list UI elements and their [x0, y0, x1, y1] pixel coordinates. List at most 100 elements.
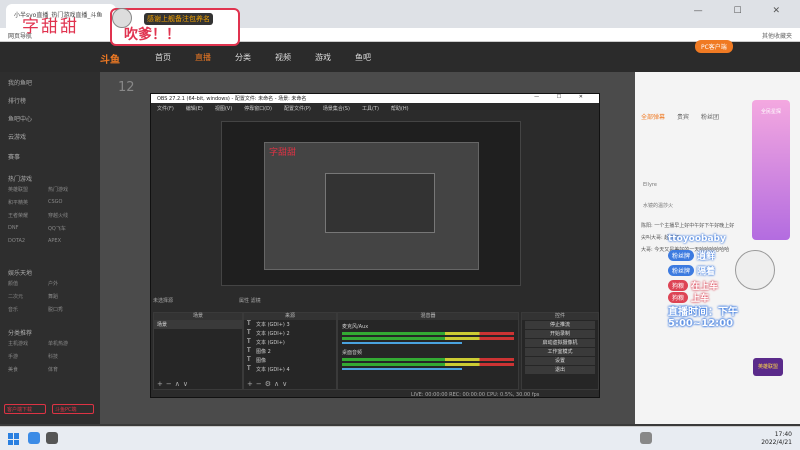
sidebar-link[interactable]: 美食	[8, 366, 48, 373]
sidebar-link[interactable]: 科技	[48, 353, 88, 360]
overlay-tag-name: ttoyoobaby	[668, 234, 726, 244]
sidebar-link[interactable]: 热门游戏	[48, 186, 88, 193]
left-sidebar: 我的鱼吧 排行榜 鱼吧中心 云游戏 赛事 热门游戏 英雄联盟 热门游戏 和平精英…	[0, 72, 100, 424]
obs-menu-scenes[interactable]: 场景集合(S)	[323, 105, 350, 112]
source-dock-controls[interactable]: +−⚙∧∨	[247, 380, 290, 388]
chat-tabs: 全部弹幕 贵宾 粉丝团	[641, 112, 719, 121]
obs-app-icon[interactable]	[46, 432, 58, 444]
virtual-camera-button[interactable]: 启动虚拟摄像机	[525, 339, 595, 347]
sidebar-item-cloud[interactable]: 云游戏	[8, 132, 26, 141]
source-item[interactable]: 文本 (GDI+)	[244, 338, 336, 347]
chat-user[interactable]: 水镜的温莎火	[643, 202, 673, 209]
source-item[interactable]: 文本 (GDI+) 2	[244, 329, 336, 338]
overlay-username: ttoyoobaby	[668, 234, 726, 244]
dock-header: 场景	[154, 313, 242, 320]
sidebar-link[interactable]: 脱口秀	[48, 306, 88, 313]
tab-all-chat[interactable]: 全部弹幕	[641, 112, 665, 121]
sidebar-link[interactable]: 音乐	[8, 306, 48, 313]
studio-mode-button[interactable]: 工作室模式	[525, 348, 595, 356]
obs-menu-docks[interactable]: 停靠窗口(D)	[244, 105, 272, 112]
obs-window-controls[interactable]: — ☐ ✕	[534, 94, 591, 100]
source-item[interactable]: 文本 (GDI+) 3	[244, 320, 336, 329]
volume-meter	[342, 363, 514, 366]
overlay-banner-text: 吹爹！！	[124, 27, 180, 43]
sidebar-link[interactable]: 单机热游	[48, 340, 88, 347]
nav-game[interactable]: 游戏	[315, 52, 331, 63]
obs-menu-help[interactable]: 帮助(H)	[391, 105, 409, 112]
source-item[interactable]: 图像 2	[244, 347, 336, 356]
overlay-tag-2: 粉丝牌 隔着	[668, 264, 715, 277]
sidebar-item-rank[interactable]: 排行榜	[8, 96, 26, 105]
obs-menu-tools[interactable]: 工具(T)	[362, 105, 379, 112]
nav-video[interactable]: 视频	[275, 52, 291, 63]
obs-props-filters[interactable]: 属性 滤镜	[239, 297, 261, 304]
sidebar-link[interactable]: DNF	[8, 225, 48, 232]
window-controls[interactable]: — ☐ ✕	[694, 6, 794, 16]
sidebar-link[interactable]: DOTA2	[8, 238, 48, 244]
scene-dock-controls[interactable]: +−∧∨	[157, 380, 191, 388]
obs-menu-view[interactable]: 视图(V)	[215, 105, 232, 112]
windows-start-icon[interactable]	[8, 433, 20, 445]
obs-preview[interactable]: 字甜甜	[221, 121, 521, 286]
sidebar-link[interactable]: 体育	[48, 366, 88, 373]
volume-meter	[342, 358, 514, 361]
scene-item[interactable]: 场景	[154, 320, 242, 329]
sidebar-link[interactable]: APEX	[48, 238, 88, 244]
overlay-name: 字甜甜	[22, 17, 79, 37]
obs-menu-file[interactable]: 文件(F)	[157, 105, 174, 112]
sidebar-link[interactable]: 颜值	[8, 280, 48, 287]
clock-time: 17:40	[774, 431, 792, 438]
sidebar-link[interactable]: 英雄联盟	[8, 186, 48, 193]
sidebar-link[interactable]: 主机游戏	[8, 340, 48, 347]
pc-client-header-button[interactable]: PC客户端	[695, 40, 733, 53]
source-item[interactable]: 图像	[244, 356, 336, 365]
nav-live[interactable]: 直播	[195, 52, 211, 63]
exit-button[interactable]: 退出	[525, 366, 595, 374]
sidebar-item-yuba[interactable]: 我的鱼吧	[8, 78, 32, 87]
obs-menu-edit[interactable]: 编辑(E)	[186, 105, 203, 112]
nested-preview-inner	[325, 173, 435, 233]
nav-yuba[interactable]: 鱼吧	[355, 52, 371, 63]
volume-slider[interactable]	[342, 342, 462, 344]
edge-browser-icon[interactable]	[28, 432, 40, 444]
sidebar-link[interactable]: 王者荣耀	[8, 212, 48, 219]
nested-preview-title: 字甜甜	[269, 148, 297, 158]
fan-badge: 粉丝牌	[668, 265, 695, 276]
sidebar-link[interactable]: QQ飞车	[48, 225, 88, 232]
sidebar-link[interactable]: 手游	[8, 353, 48, 360]
site-logo[interactable]: 斗鱼	[100, 51, 120, 66]
sidebar-link[interactable]: 户外	[48, 280, 88, 287]
obs-mixer-dock: 混音器 麦克风/Aux 桌面音频	[337, 312, 519, 390]
pc-client-button[interactable]: 斗鱼PC端	[52, 404, 94, 414]
bookmark-right[interactable]: 其他收藏夹	[762, 31, 792, 40]
nav-home[interactable]: 首页	[155, 52, 171, 63]
obs-window: OBS 27.2.1 (64-bit, windows) - 配置文件: 未命名…	[150, 93, 600, 398]
sidebar-link[interactable]: 二次元	[8, 293, 48, 300]
sidebar-item-center[interactable]: 鱼吧中心	[8, 114, 32, 123]
start-recording-button[interactable]: 开始录制	[525, 330, 595, 338]
obs-statusbar: LIVE: 00:00:00 REC: 00:00:00 CPU: 0.5%, …	[411, 392, 540, 398]
obs-titlebar: OBS 27.2.1 (64-bit, windows) - 配置文件: 未命名…	[151, 94, 599, 103]
obs-menu-profile[interactable]: 配置文件(P)	[284, 105, 311, 112]
stop-stream-button[interactable]: 停止推流	[525, 321, 595, 329]
volume-slider[interactable]	[342, 368, 462, 370]
dock-header: 控件	[522, 313, 598, 320]
source-item[interactable]: 文本 (GDI+) 4	[244, 365, 336, 374]
sidebar-item-esports[interactable]: 赛事	[8, 152, 20, 161]
sidebar-link[interactable]: 和平精英	[8, 199, 48, 206]
promo-banner[interactable]: 全民星探	[752, 100, 790, 240]
taskbar-clock[interactable]: 17:40 2022/4/21	[761, 431, 792, 447]
settings-button[interactable]: 设置	[525, 357, 595, 365]
chat-user[interactable]: Ellyre	[643, 182, 657, 188]
sidebar-link[interactable]: CSGO	[48, 199, 88, 206]
client-download-button[interactable]: 客户端下载	[4, 404, 46, 414]
windows-taskbar: 17:40 2022/4/21	[0, 426, 800, 450]
nav-category[interactable]: 分类	[235, 52, 251, 63]
tab-fans[interactable]: 粉丝团	[701, 112, 719, 121]
cat-mascot-icon	[112, 8, 132, 28]
obs-sources-dock: 来源 文本 (GDI+) 3 文本 (GDI+) 2 文本 (GDI+) 图像 …	[243, 312, 337, 390]
sidebar-link[interactable]: 穿越火线	[48, 212, 88, 219]
tab-vip[interactable]: 贵宾	[677, 112, 689, 121]
sidebar-link[interactable]: 舞蹈	[48, 293, 88, 300]
tray-icon[interactable]	[640, 432, 652, 444]
